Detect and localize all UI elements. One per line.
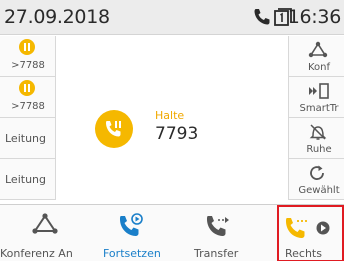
left-line-keys: >7788 >7788 Leitung Leitung [0, 36, 57, 200]
softkey-label: Transfer [194, 247, 239, 260]
call-display: Halte 7793 [57, 36, 288, 204]
softkey-label: Fortsetzen [103, 247, 161, 260]
resume-call-icon [120, 213, 143, 236]
line-key-hold-1[interactable]: >7788 [0, 36, 56, 77]
line-key-label: Leitung [5, 173, 46, 186]
redial-icon [310, 165, 324, 180]
softkey-label: Rechts [285, 247, 322, 260]
resume-softkey[interactable]: Fortsetzen [96, 205, 176, 261]
do-not-disturb-icon [309, 124, 327, 140]
redial-key[interactable]: Gewählt [288, 159, 344, 200]
line-key-hold-2[interactable]: >7788 [0, 77, 56, 118]
do-not-disturb-key[interactable]: Ruhe [288, 118, 344, 159]
status-date: 27.09.2018 [4, 6, 110, 28]
call-state: Halte [155, 109, 185, 122]
conference-on-softkey[interactable]: Konferenz An [0, 205, 90, 261]
konf-label: Konf [307, 62, 331, 73]
phone-icon [252, 7, 272, 31]
call-number: 7793 [155, 124, 199, 144]
line-key-number: >7788 [11, 60, 45, 71]
transfer-icon [207, 216, 229, 236]
conference-icon [32, 213, 58, 234]
conference-key[interactable]: Konf [288, 36, 344, 77]
smart-transfer-key[interactable]: SmartTr [288, 77, 344, 118]
softkey-bar: Konferenz An Fortsetzen Transfer Rechts [0, 204, 344, 261]
smart-transfer-icon [309, 83, 329, 99]
more-right-softkey[interactable]: Rechts [277, 205, 344, 261]
call-on-hold-icon [95, 110, 133, 148]
transfer-softkey[interactable]: Transfer [180, 205, 260, 261]
more-right-icon [286, 218, 330, 238]
conference-icon [308, 41, 328, 58]
line-key-4[interactable]: Leitung [0, 159, 56, 200]
softkey-label: Konferenz An [0, 247, 73, 260]
hold-icon [19, 80, 35, 96]
line-key-number: >7788 [11, 101, 45, 112]
status-bar: 27.09.2018 16:36 [0, 0, 344, 35]
hold-icon [19, 39, 35, 55]
right-function-keys: Konf SmartTr Ruhe Gewählt [288, 36, 344, 200]
smarttr-label: SmartTr [299, 103, 339, 114]
line-key-label: Leitung [5, 132, 46, 145]
gewaehlt-label: Gewählt [298, 185, 340, 196]
line-key-3[interactable]: Leitung [0, 118, 56, 159]
status-time: 16:36 [287, 6, 342, 28]
ruhe-label: Ruhe [306, 144, 332, 155]
